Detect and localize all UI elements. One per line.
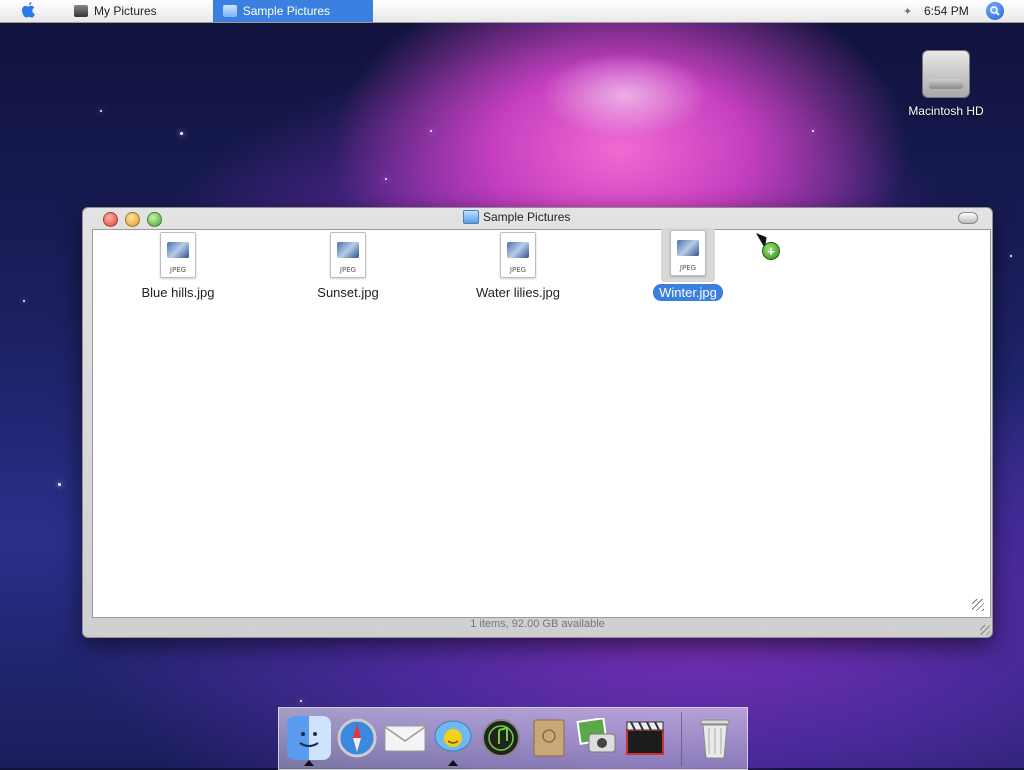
dock bbox=[278, 707, 748, 770]
file-item[interactable]: JPEG Blue hills.jpg bbox=[118, 232, 238, 301]
music-icon[interactable] bbox=[479, 716, 523, 760]
mail-icon[interactable] bbox=[383, 716, 427, 760]
apple-menu-icon[interactable] bbox=[14, 0, 42, 22]
zoom-button[interactable] bbox=[147, 212, 162, 227]
window-title: Sample Pictures bbox=[463, 210, 570, 224]
menu-tab-sample-pictures[interactable]: Sample Pictures bbox=[212, 0, 373, 22]
star bbox=[58, 483, 61, 486]
running-indicator bbox=[448, 760, 458, 766]
folder-icon bbox=[463, 210, 479, 224]
camera-icon bbox=[74, 5, 88, 17]
menu-tab-my-pictures[interactable]: My Pictures bbox=[64, 0, 167, 22]
desktop-icon-label: Macintosh HD bbox=[908, 104, 984, 118]
star bbox=[385, 178, 387, 180]
jpeg-file-icon: JPEG bbox=[330, 232, 366, 278]
window-title-bar[interactable]: Sample Pictures bbox=[83, 208, 992, 228]
minimize-button[interactable] bbox=[125, 212, 140, 227]
jpeg-file-icon: JPEG bbox=[670, 230, 706, 276]
copy-plus-icon: + bbox=[762, 242, 780, 260]
jpeg-file-icon: JPEG bbox=[500, 232, 536, 278]
trash-icon[interactable] bbox=[693, 716, 737, 760]
star bbox=[180, 132, 183, 135]
star bbox=[23, 300, 25, 302]
chat-icon[interactable] bbox=[431, 716, 475, 760]
file-item[interactable]: JPEG Water lilies.jpg bbox=[458, 232, 578, 301]
menu-tab-label: My Pictures bbox=[94, 4, 157, 18]
photo-icon[interactable] bbox=[575, 716, 619, 760]
close-button[interactable] bbox=[103, 212, 118, 227]
clapperboard-icon[interactable] bbox=[623, 716, 667, 760]
folder-icon bbox=[222, 5, 237, 17]
jpeg-file-icon: JPEG bbox=[160, 232, 196, 278]
content-resize-grip-icon[interactable] bbox=[972, 599, 984, 611]
window-title-text: Sample Pictures bbox=[483, 210, 571, 224]
file-name: Water lilies.jpg bbox=[475, 285, 561, 300]
menu-bar: My Pictures Sample Pictures ✦ 6:54 PM bbox=[0, 0, 1024, 23]
star bbox=[300, 700, 302, 702]
star bbox=[1010, 255, 1012, 257]
dock-separator bbox=[681, 712, 682, 766]
window-resize-handle[interactable] bbox=[980, 625, 990, 635]
compass-icon[interactable] bbox=[335, 716, 379, 760]
running-indicator bbox=[304, 760, 314, 766]
menu-tab-label: Sample Pictures bbox=[242, 4, 331, 18]
file-name: Sunset.jpg bbox=[317, 285, 379, 300]
status-bar-text: 1 items, 92.00 GB available bbox=[470, 618, 605, 630]
star bbox=[430, 130, 432, 132]
menu-extra-icon[interactable]: ✦ bbox=[903, 5, 912, 18]
finder-icon[interactable] bbox=[287, 716, 331, 760]
star bbox=[100, 110, 102, 112]
desktop-icon-macintosh-hd[interactable]: Macintosh HD bbox=[905, 50, 987, 118]
file-item-selected[interactable]: JPEG Winter.jpg bbox=[628, 228, 748, 301]
star bbox=[812, 130, 814, 132]
address-book-icon[interactable] bbox=[527, 716, 571, 760]
file-name: Blue hills.jpg bbox=[141, 285, 215, 300]
spotlight-search-icon[interactable] bbox=[986, 2, 1004, 20]
file-item[interactable]: JPEG Sunset.jpg bbox=[288, 232, 408, 301]
hard-drive-icon bbox=[922, 50, 970, 98]
toolbar-toggle-button[interactable] bbox=[958, 212, 978, 224]
file-name: Winter.jpg bbox=[653, 284, 723, 301]
menu-clock[interactable]: 6:54 PM bbox=[924, 0, 969, 22]
